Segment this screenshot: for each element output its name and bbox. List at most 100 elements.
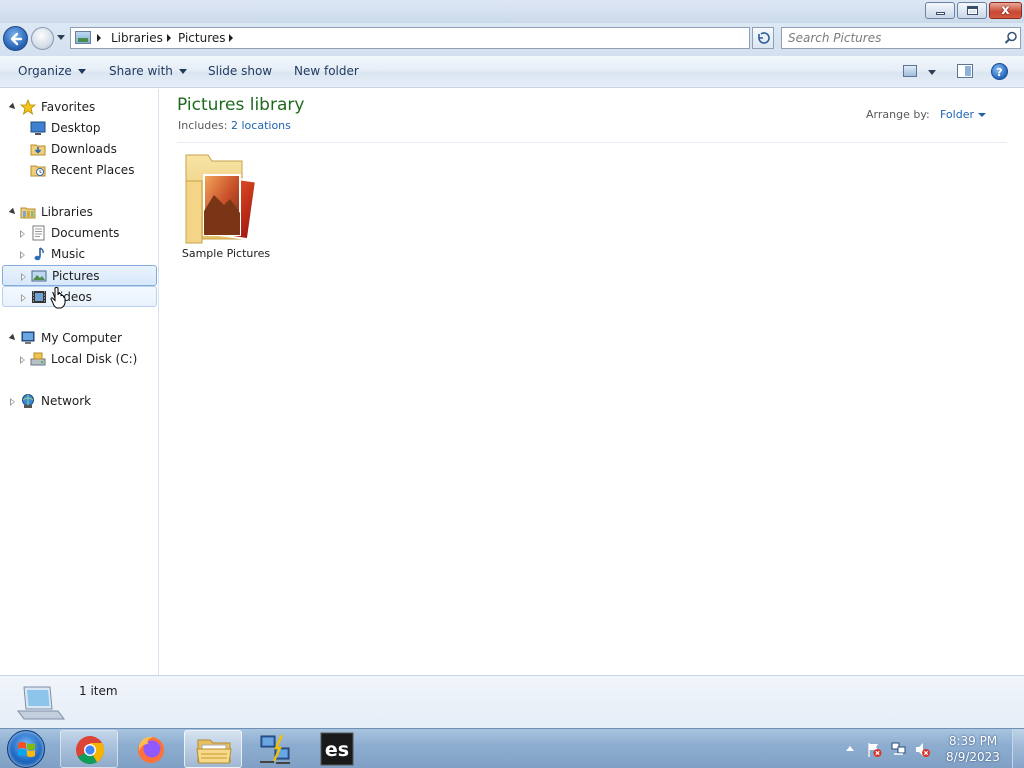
network-icon <box>22 394 34 408</box>
nav-item-music[interactable]: Music <box>0 244 158 265</box>
preview-pane-icon[interactable] <box>957 64 973 78</box>
minimize-button[interactable] <box>925 2 955 19</box>
collapsed-arrow-icon[interactable] <box>20 356 25 364</box>
nav-item-label: Local Disk (C:) <box>51 352 138 366</box>
network-computers-icon <box>260 734 290 764</box>
nav-item-local-disk[interactable]: Local Disk (C:) <box>0 349 158 370</box>
documents-icon <box>32 225 45 241</box>
search-input[interactable] <box>788 30 998 46</box>
collapsed-arrow-icon[interactable] <box>20 251 25 259</box>
network-status-icon[interactable] <box>890 741 907 758</box>
nav-item-my-computer[interactable]: My Computer <box>0 328 158 349</box>
breadcrumb-pictures[interactable]: Pictures <box>178 30 226 46</box>
includes-locations-link[interactable]: 2 locations <box>231 119 291 133</box>
recent-places-icon <box>30 165 46 177</box>
clock-time[interactable]: 8:39 PM <box>948 734 998 749</box>
breadcrumb-libraries[interactable]: Libraries <box>111 30 163 46</box>
firefox-icon <box>138 736 164 763</box>
downloads-folder-icon <box>30 144 46 156</box>
view-options-dropdown[interactable] <box>928 70 936 75</box>
share-with-button[interactable]: Share with <box>109 64 187 79</box>
collapsed-arrow-icon[interactable] <box>21 294 26 302</box>
start-button[interactable] <box>7 730 45 768</box>
es-app-icon: es <box>320 732 354 766</box>
organize-label: Organize <box>18 64 72 78</box>
windows-logo-icon <box>18 742 35 757</box>
nav-item-label: Favorites <box>41 100 96 114</box>
nav-item-downloads[interactable]: Downloads <box>0 139 158 160</box>
taskbar-network-tool[interactable] <box>246 730 304 768</box>
taskbar-firefox[interactable] <box>122 730 180 768</box>
title-bar: x <box>0 0 1024 23</box>
breadcrumb-separator-icon[interactable] <box>229 34 233 42</box>
search-box[interactable] <box>781 27 1021 49</box>
command-bar: Organize Share with Slide show New folde… <box>0 56 1024 88</box>
folder-item[interactable]: Sample Pictures <box>180 151 272 266</box>
restore-button[interactable] <box>957 2 987 19</box>
nav-item-desktop[interactable]: Desktop <box>0 118 158 139</box>
nav-item-favorites[interactable]: Favorites <box>0 97 158 118</box>
nav-item-libraries[interactable]: Libraries <box>0 202 158 223</box>
nav-item-label: Downloads <box>51 142 117 156</box>
laptop-icon <box>17 686 65 720</box>
search-icon[interactable] <box>1004 31 1018 45</box>
nav-item-label: Pictures <box>52 269 100 283</box>
nav-item-pictures[interactable]: Pictures <box>2 265 157 286</box>
forward-button[interactable] <box>31 27 54 50</box>
back-button[interactable] <box>3 26 28 51</box>
computer-icon <box>21 331 35 344</box>
folder-name[interactable]: Sample Pictures <box>180 247 272 261</box>
hard-drive-icon <box>30 352 46 366</box>
nav-item-videos[interactable]: Videos <box>2 286 157 307</box>
expanded-arrow-icon[interactable] <box>8 102 18 112</box>
taskbar-es-app[interactable]: es <box>308 730 366 768</box>
share-with-label: Share with <box>109 64 173 78</box>
recent-pages-dropdown[interactable] <box>57 35 65 40</box>
taskbar-windows-explorer[interactable] <box>184 730 242 768</box>
nav-item-label: Network <box>41 394 92 408</box>
nav-item-documents[interactable]: Documents <box>0 223 158 244</box>
navigation-pane: Favorites Desktop Downloads Recent Place… <box>0 89 159 675</box>
collapsed-arrow-icon[interactable] <box>21 273 26 281</box>
show-desktop-button[interactable] <box>1012 729 1024 768</box>
chevron-down-icon[interactable] <box>978 113 986 117</box>
nav-item-label: Videos <box>52 290 92 304</box>
arrange-by-label: Arrange by: <box>866 108 930 121</box>
nav-item-network[interactable]: Network <box>0 391 158 412</box>
change-view-icon[interactable] <box>903 65 917 77</box>
action-center-flag-icon[interactable] <box>866 741 883 758</box>
minimize-icon <box>936 12 945 15</box>
refresh-button[interactable] <box>752 27 774 49</box>
file-list-view[interactable]: Pictures library Includes: 2 locations A… <box>160 89 1024 675</box>
refresh-icon <box>758 32 770 44</box>
item-count: 1 item <box>79 684 118 698</box>
taskbar-chrome[interactable] <box>60 730 118 768</box>
library-title: Pictures library <box>177 95 305 115</box>
address-row: Libraries Pictures <box>0 23 1024 56</box>
header-divider <box>177 142 1007 143</box>
nav-item-label: Documents <box>51 226 120 240</box>
slide-show-button[interactable]: Slide show <box>208 64 272 79</box>
help-icon[interactable]: ? <box>991 63 1008 80</box>
volume-muted-icon[interactable] <box>914 741 931 758</box>
show-hidden-icons-button[interactable] <box>846 746 854 751</box>
organize-button[interactable]: Organize <box>18 64 86 79</box>
breadcrumb-separator-icon[interactable] <box>167 34 171 42</box>
expanded-arrow-icon[interactable] <box>8 333 18 343</box>
nav-item-label: My Computer <box>41 331 122 345</box>
music-note-icon <box>34 247 44 261</box>
close-button[interactable]: x <box>989 2 1022 19</box>
nav-item-recent-places[interactable]: Recent Places <box>0 160 158 181</box>
collapsed-arrow-icon[interactable] <box>20 230 25 238</box>
address-bar[interactable]: Libraries Pictures <box>70 27 815 49</box>
nav-item-label: Desktop <box>51 121 101 135</box>
expanded-arrow-icon[interactable] <box>8 207 18 217</box>
includes-label: Includes: <box>178 119 228 132</box>
new-folder-button[interactable]: New folder <box>294 64 359 79</box>
clock-date[interactable]: 8/9/2023 <box>946 750 1000 765</box>
arrange-by-dropdown[interactable]: Folder <box>940 108 974 122</box>
pictures-library-icon <box>75 31 91 44</box>
breadcrumb-separator-icon[interactable] <box>97 34 101 42</box>
chevron-down-icon <box>77 69 86 74</box>
collapsed-arrow-icon[interactable] <box>10 398 15 406</box>
